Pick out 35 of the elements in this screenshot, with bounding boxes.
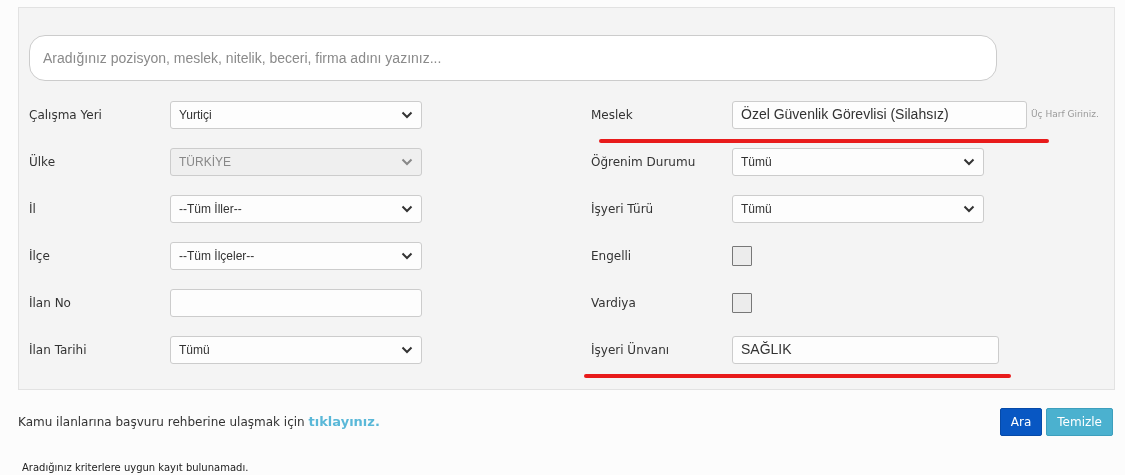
field-label: İlan Tarihi [29, 341, 88, 359]
chevron-down-icon [401, 204, 413, 213]
chevron-down-icon [963, 204, 975, 213]
field-label: Engelli [591, 247, 633, 265]
no-results-message: Aradığınız kriterlere uygun kayıt bulunamadı. [21, 461, 250, 475]
chevron-down-icon [401, 345, 413, 354]
field-label: İlçe [29, 247, 51, 265]
checkbox[interactable] [732, 292, 752, 313]
chevron-down-icon [963, 157, 975, 166]
field-label: Meslek [591, 106, 634, 124]
search-button[interactable]: Ara [999, 408, 1043, 436]
input-field[interactable]: Özel Güvenlik Görevlisi (Silahsız) [732, 100, 1027, 129]
dropdown[interactable]: Tümü [732, 147, 984, 176]
input-field[interactable] [170, 288, 422, 317]
dropdown[interactable]: Tümü [732, 194, 984, 223]
dropdown[interactable]: Tümü [170, 335, 422, 364]
search-field[interactable]: Aradığınız pozisyon, meslek, nitelik, beceri, firma adını yazınız... [29, 35, 997, 81]
field-label: Öğrenim Durumu [591, 153, 697, 171]
dropdown[interactable]: --Tüm İlçeler-- [170, 241, 422, 270]
field-label: İşyeri Ünvanı [591, 341, 671, 359]
input-field[interactable]: SAĞLIK [732, 335, 999, 364]
chevron-down-icon [401, 157, 413, 166]
hint-text: Üç Harf Giriniz. [1031, 107, 1099, 121]
field-label: İl [29, 200, 37, 218]
dropdown[interactable]: --Tüm İller-- [170, 194, 422, 223]
chevron-down-icon [401, 251, 413, 260]
field-label: İşyeri Türü [591, 200, 655, 218]
dropdown[interactable]: Yurtiçi [170, 100, 422, 129]
field-label: Vardiya [591, 294, 637, 312]
chevron-down-icon [401, 110, 413, 119]
field-label: İlan No [29, 294, 72, 312]
checkbox[interactable] [732, 245, 752, 266]
field-label: Ülke [29, 153, 57, 171]
guide-text: Kamu ilanlarına başvuru rehberine ulaşmak için tıklayınız. [18, 413, 380, 432]
field-label: Çalışma Yeri [29, 106, 103, 124]
